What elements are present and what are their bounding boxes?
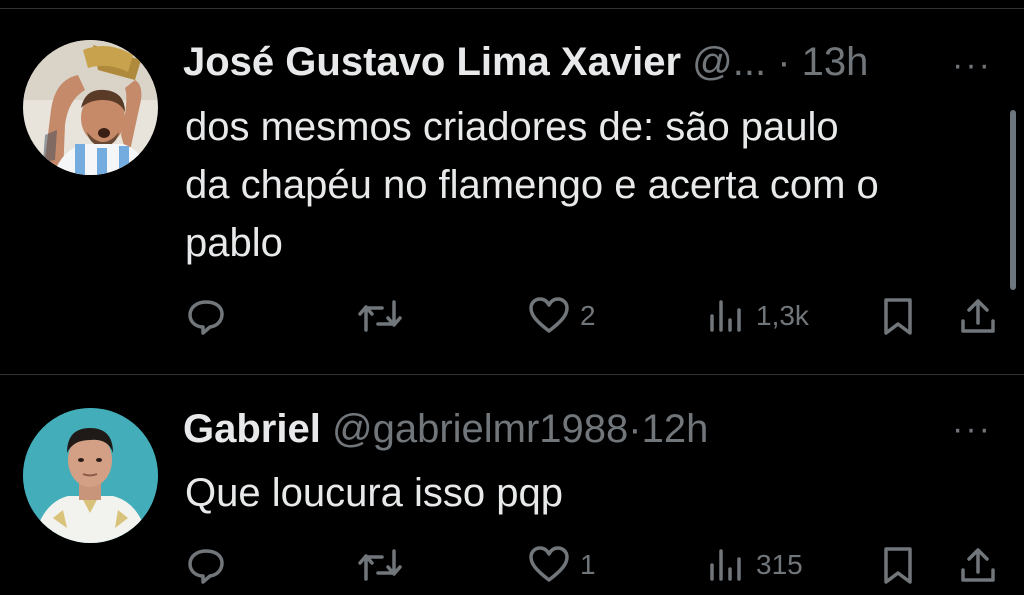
reply-icon [186, 296, 226, 336]
retweet-icon [356, 296, 404, 336]
bookmark-button[interactable] [880, 296, 916, 336]
retweet-button[interactable] [356, 545, 404, 585]
action-bar: 2 1,3k [0, 296, 1024, 346]
bookmark-button[interactable] [880, 545, 916, 585]
views-icon [706, 545, 746, 585]
top-border [0, 8, 1024, 9]
tweet-text-line: pablo [185, 221, 283, 265]
reply-icon [186, 545, 226, 585]
share-button[interactable] [958, 296, 998, 336]
retweet-button[interactable] [356, 296, 404, 336]
tweet-divider [0, 374, 1024, 375]
like-button[interactable]: 2 [528, 296, 596, 336]
reply-button[interactable] [186, 296, 226, 336]
separator-dot: · [777, 40, 791, 84]
timestamp[interactable]: 13h [802, 40, 869, 84]
share-icon [958, 545, 998, 585]
tweet-header: Gabriel @gabrielmr1988·12h [183, 405, 708, 453]
display-name[interactable]: José Gustavo Lima Xavier [183, 40, 681, 84]
retweet-icon [356, 545, 404, 585]
more-options-button[interactable]: ··· [952, 412, 992, 446]
tweet-text-line: Que loucura isso pqp [185, 471, 564, 515]
views-button[interactable]: 1,3k [706, 296, 809, 336]
like-icon [528, 545, 570, 585]
like-icon [528, 296, 570, 336]
views-button[interactable]: 315 [706, 545, 803, 585]
tweet-text-line: da chapéu no flamengo e acerta com o [185, 163, 879, 207]
tweet-text: Que loucura isso pqp [185, 464, 563, 522]
action-bar: 1 315 [0, 545, 1024, 595]
handle[interactable]: @gabrielmr1988 [332, 407, 628, 451]
scrollbar[interactable] [1010, 110, 1016, 290]
like-count: 2 [580, 300, 596, 331]
avatar[interactable] [23, 408, 158, 543]
views-icon [706, 296, 746, 336]
handle[interactable]: @... [692, 40, 766, 84]
bookmark-icon [880, 545, 916, 585]
reply-button[interactable] [186, 545, 226, 585]
like-count: 1 [580, 549, 596, 580]
views-count: 1,3k [756, 300, 809, 331]
share-button[interactable] [958, 545, 998, 585]
share-icon [958, 296, 998, 336]
more-options-button[interactable]: ··· [952, 48, 992, 82]
views-count: 315 [756, 549, 803, 580]
tweet-header: José Gustavo Lima Xavier @... · 13h [183, 38, 868, 86]
bookmark-icon [880, 296, 916, 336]
tweet-text-line: dos mesmos criadores de: são paulo [185, 105, 839, 149]
timestamp[interactable]: 12h [642, 407, 709, 451]
display-name[interactable]: Gabriel [183, 407, 321, 451]
separator-dot: · [628, 407, 642, 451]
tweet-text: dos mesmos criadores de: são paulo da ch… [185, 98, 879, 272]
like-button[interactable]: 1 [528, 545, 596, 585]
avatar[interactable] [23, 40, 158, 175]
